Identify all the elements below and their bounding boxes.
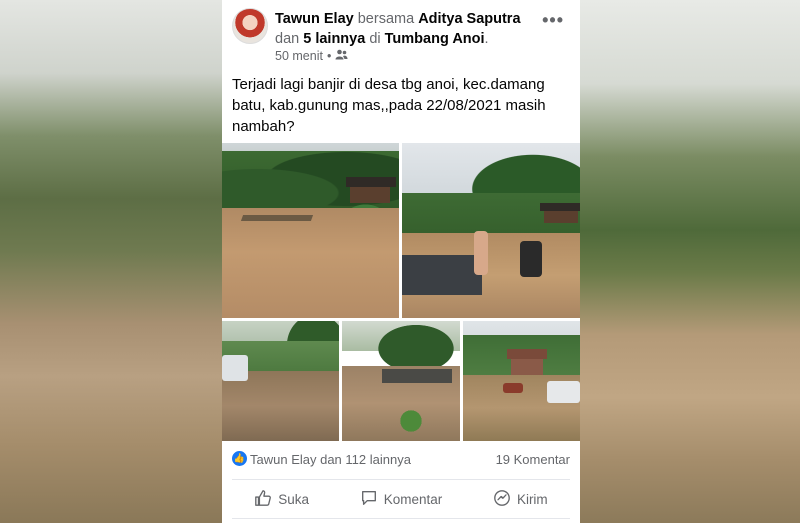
post-author-line: Tawun Elay bersama Aditya Saputra dan 5 … <box>275 9 535 49</box>
post-meta: 50 menit • <box>275 49 348 63</box>
post-header: Tawun Elay bersama Aditya Saputra dan 5 … <box>232 8 572 68</box>
facebook-post: Tawun Elay bersama Aditya Saputra dan 5 … <box>222 0 580 523</box>
thumbs-up-icon <box>254 489 272 510</box>
others-link[interactable]: 5 lainnya <box>303 31 365 47</box>
comment-label: Komentar <box>383 491 443 507</box>
like-label: Suka <box>278 491 310 507</box>
send-label: Kirim <box>516 491 548 507</box>
comment-button[interactable]: Komentar <box>341 484 460 514</box>
like-button[interactable]: Suka <box>222 484 341 514</box>
flood-photo-3[interactable] <box>222 321 339 441</box>
avatar[interactable] <box>232 8 268 44</box>
comments-count[interactable]: 19 Komentar <box>496 452 570 467</box>
photo-grid <box>222 143 580 441</box>
friends-icon <box>335 49 348 63</box>
post-time[interactable]: 50 menit <box>275 49 323 63</box>
flood-photo-4[interactable] <box>342 321 460 441</box>
divider <box>232 479 570 480</box>
more-options-button[interactable]: ••• <box>542 10 564 31</box>
messenger-icon <box>493 489 511 510</box>
post-text: Terjadi lagi banjir di desa tbg anoi, ke… <box>232 76 546 135</box>
location-period: . <box>484 31 489 47</box>
post-actions: Suka Komentar Kirim <box>222 484 580 514</box>
flood-photo-1[interactable] <box>222 143 399 318</box>
flood-photo-2[interactable] <box>402 143 580 318</box>
like-reaction-icon: 👍 <box>232 451 247 466</box>
author-name[interactable]: Tawun Elay <box>275 11 354 27</box>
and-word: dan <box>275 31 300 47</box>
comment-icon <box>360 489 378 510</box>
blurred-background-right <box>580 0 800 523</box>
with-word: bersama <box>357 11 415 27</box>
meta-separator: • <box>326 49 332 63</box>
blurred-background-left <box>0 0 222 523</box>
bottom-divider <box>232 518 570 519</box>
location-link[interactable]: Tumbang Anoi <box>385 31 485 47</box>
send-button[interactable]: Kirim <box>461 484 580 514</box>
at-word: di <box>369 31 381 47</box>
tagged-person[interactable]: Aditya Saputra <box>418 11 520 27</box>
reaction-stats: 👍 Tawun Elay dan 112 lainnya 19 Komentar <box>232 450 572 470</box>
reactors-text[interactable]: Tawun Elay dan 112 lainnya <box>250 452 411 467</box>
flood-photo-5[interactable] <box>463 321 580 441</box>
